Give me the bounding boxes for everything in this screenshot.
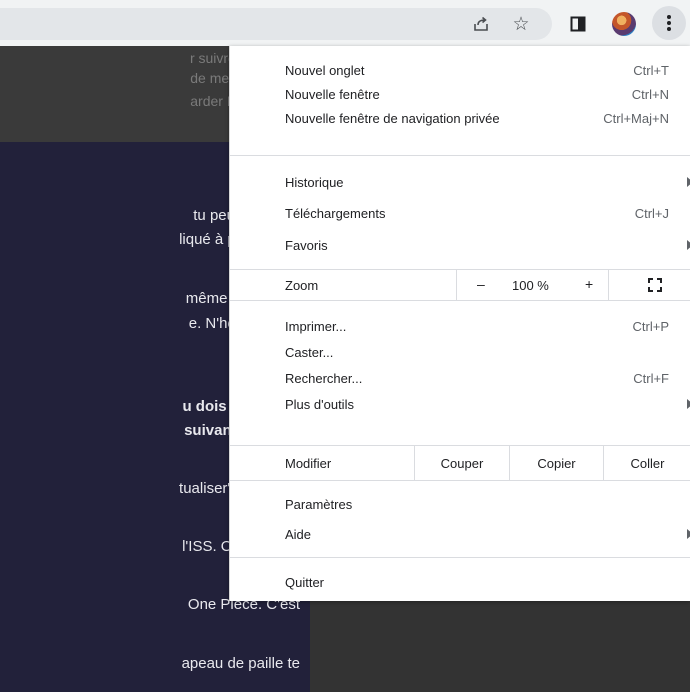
paste-button[interactable]: Coller [604,456,690,471]
zoom-label: Zoom [285,278,319,293]
menu-item-label: Téléchargements [285,206,386,221]
menu-item-shortcut: Ctrl+T [633,63,669,78]
menu-item-settings[interactable]: Paramètres [230,494,690,516]
kebab-menu-icon[interactable] [652,6,686,40]
zoom-out-button[interactable]: – [477,276,485,292]
menu-item-shortcut: Ctrl+Maj+N [603,111,669,126]
menu-item-label: Nouvel onglet [285,63,365,78]
chrome-menu: Nouvel onglet Ctrl+T Nouvelle fenêtre Ct… [229,46,690,601]
menu-separator [230,155,690,156]
zoom-divider [456,270,457,300]
side-panel-icon[interactable] [565,11,591,37]
cut-button[interactable]: Couper [415,456,509,471]
menu-item-shortcut: Ctrl+N [631,87,669,102]
menu-item-downloads[interactable]: Téléchargements Ctrl+J [230,203,690,225]
menu-item-label: Imprimer... [285,319,347,334]
menu-item-cast[interactable]: Caster... [230,342,690,364]
menu-item-new-tab[interactable]: Nouvel onglet Ctrl+T [230,60,690,82]
menu-edit-row: Modifier Couper Copier Coller [230,446,690,480]
menu-item-help[interactable]: Aide [230,524,690,546]
edit-label: Modifier [285,456,332,471]
menu-item-label: Aide [285,527,312,542]
menu-item-label: Nouvelle fenêtre [285,87,380,102]
menu-item-shortcut: Ctrl+J [634,206,669,221]
menu-item-label: Caster... [285,345,334,360]
menu-item-history[interactable]: Historique [230,172,690,194]
menu-item-label: Plus d'outils [285,397,354,412]
menu-item-shortcut: Ctrl+P [632,319,669,334]
menu-item-label: Rechercher... [285,371,363,386]
fullscreen-icon[interactable] [648,278,662,292]
menu-item-exit[interactable]: Quitter [230,572,690,594]
copy-button[interactable]: Copier [510,456,603,471]
browser-toolbar: ☆ [0,0,690,46]
menu-separator [230,557,690,558]
menu-item-print[interactable]: Imprimer... Ctrl+P [230,316,690,338]
profile-avatar[interactable] [612,12,636,36]
menu-item-label: Paramètres [285,497,353,512]
menu-item-bookmarks[interactable]: Favoris [230,235,690,257]
menu-item-label: Quitter [285,575,325,590]
menu-item-more-tools[interactable]: Plus d'outils [230,394,690,416]
menu-separator [230,480,690,481]
menu-item-new-window[interactable]: Nouvelle fenêtre Ctrl+N [230,84,690,106]
zoom-divider [608,270,609,300]
zoom-in-button[interactable]: + [585,276,593,292]
menu-zoom-row: Zoom – 100 % + [230,270,690,300]
menu-separator [230,300,690,301]
menu-item-find[interactable]: Rechercher... Ctrl+F [230,368,690,390]
menu-item-new-incognito[interactable]: Nouvelle fenêtre de navigation privée Ct… [230,108,690,130]
bookmark-star-icon[interactable]: ☆ [508,11,534,37]
zoom-level: 100 % [512,278,549,293]
content-line: apeau de paille te [181,655,300,672]
menu-item-shortcut: Ctrl+F [633,371,669,386]
menu-item-label: Historique [285,175,344,190]
menu-item-label: Nouvelle fenêtre de navigation privée [285,111,500,126]
menu-item-label: Favoris [285,238,328,253]
share-icon[interactable] [468,11,494,37]
